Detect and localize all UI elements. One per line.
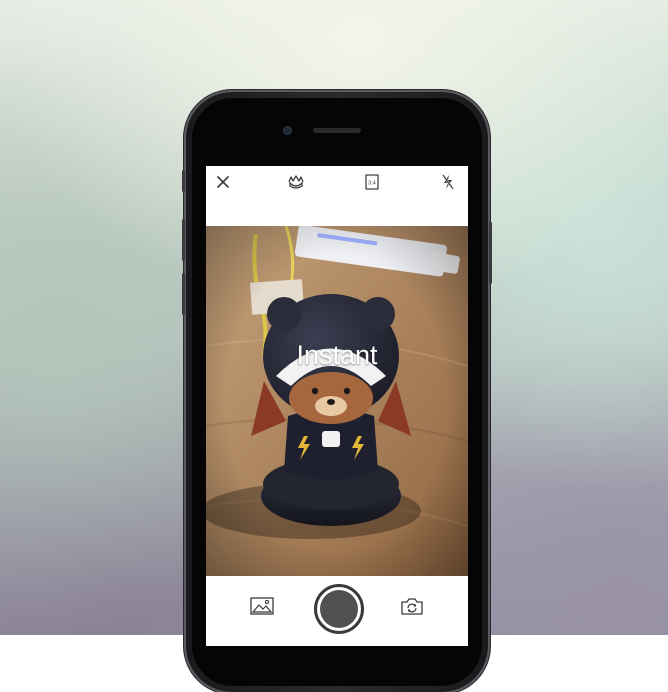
switch-camera-icon[interactable] bbox=[400, 596, 424, 616]
camera-viewfinder[interactable]: Instant bbox=[206, 226, 468, 576]
capture-mode-label: Instant bbox=[296, 340, 378, 370]
mute-switch bbox=[182, 170, 185, 192]
flash-off-icon[interactable] bbox=[439, 173, 457, 191]
gallery-icon[interactable] bbox=[250, 596, 274, 616]
camera-bottom-bar bbox=[206, 576, 468, 646]
aspect-ratio-label: 3:4 bbox=[368, 181, 376, 187]
power-button bbox=[489, 222, 492, 284]
aspect-ratio-icon[interactable]: 3:4 bbox=[363, 173, 381, 191]
volume-down-button bbox=[182, 273, 185, 315]
close-icon[interactable] bbox=[214, 173, 232, 191]
earpiece-speaker bbox=[313, 128, 361, 133]
phone-frame: 3:4 Instant bbox=[182, 92, 492, 692]
bear-paw-icon[interactable] bbox=[287, 173, 305, 191]
front-camera bbox=[283, 126, 292, 135]
camera-toolbar: 3:4 bbox=[206, 166, 468, 198]
shutter-core bbox=[320, 590, 358, 628]
viewfinder-scene bbox=[206, 226, 468, 576]
camera-screen: 3:4 Instant bbox=[206, 166, 468, 646]
shutter-button[interactable] bbox=[314, 584, 364, 634]
volume-up-button bbox=[182, 219, 185, 261]
